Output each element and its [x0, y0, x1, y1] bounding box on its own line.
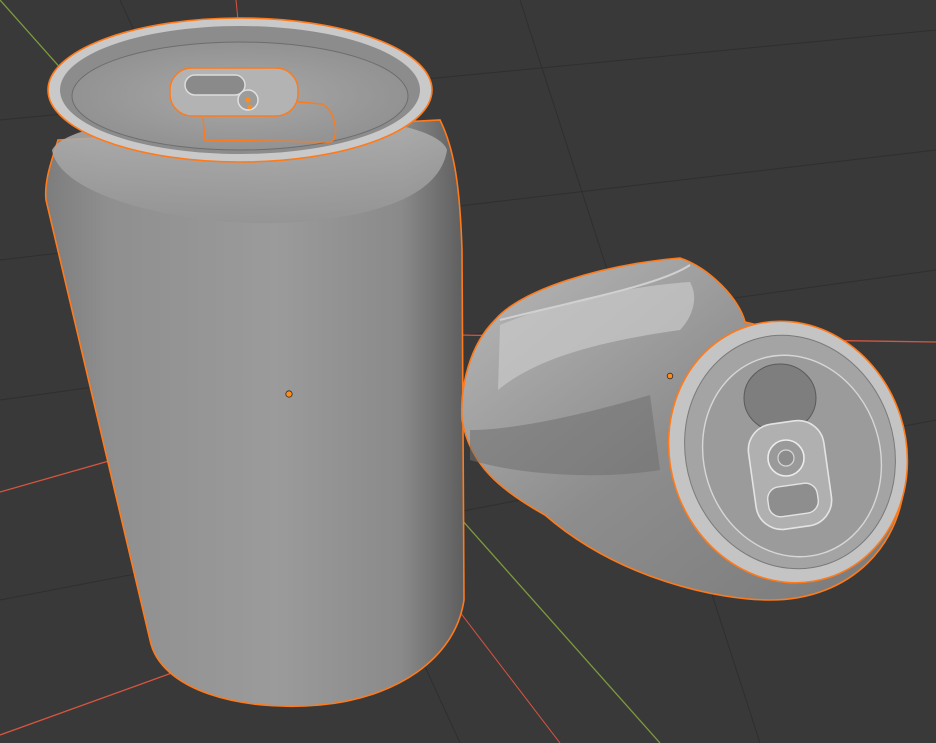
tab-origin-dot [245, 97, 251, 103]
object-origin-dot [285, 390, 293, 398]
lid-origin-dot [247, 104, 253, 110]
crushed-pull-tab [747, 419, 833, 531]
3d-viewport[interactable] [0, 0, 936, 743]
crushed-origin-dot [666, 372, 674, 380]
